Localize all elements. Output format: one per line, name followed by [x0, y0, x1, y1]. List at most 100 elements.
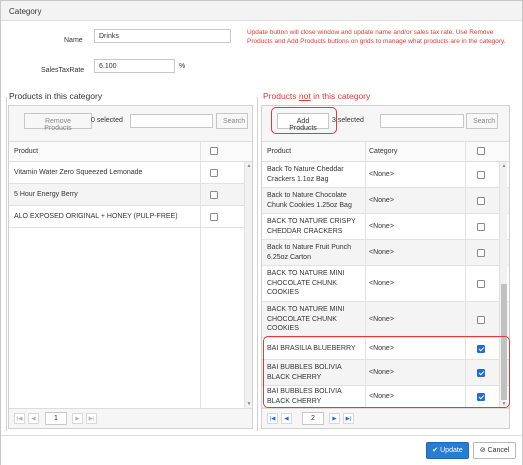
name-label: Name [64, 37, 83, 44]
table-row[interactable]: Back to Nature Fruit Punch 6.25oz Carton… [262, 240, 509, 266]
col-divider [365, 162, 366, 187]
row-checkbox[interactable] [210, 169, 218, 177]
col-divider [365, 266, 366, 301]
row-checkbox[interactable] [477, 369, 485, 377]
right-select-all-checkbox[interactable] [477, 147, 485, 155]
category-cell: <None> [369, 249, 394, 256]
scroll-up-icon[interactable]: ▲ [245, 162, 253, 170]
product-cell: BAI BRASILIA BLUEBERRY [267, 345, 356, 352]
right-section-title: Products not in this category [263, 91, 371, 101]
left-col-divider [200, 142, 201, 161]
table-row[interactable]: Back To Nature Cheddar Crackers 1.1oz Ba… [262, 162, 509, 188]
right-col-product[interactable]: Product [267, 148, 291, 155]
last-page-icon[interactable]: ▶| [86, 413, 97, 424]
right-search-input[interactable] [380, 114, 464, 128]
left-scrollbar[interactable]: ▲ ▼ [244, 162, 252, 408]
left-pager: |◀ ◀ 1 ▶ ▶| [9, 408, 252, 428]
first-page-icon[interactable]: |◀ [267, 413, 278, 424]
prev-page-icon[interactable]: ◀ [281, 413, 292, 424]
table-row[interactable]: Back to Nature Chocolate Chunk Cookies 1… [262, 188, 509, 214]
col-divider [365, 302, 366, 337]
tax-rate-input[interactable]: 6.100 [94, 59, 175, 73]
right-search-button[interactable]: Search [466, 113, 498, 129]
products-not-in-category-grid: Add Products 3 selected Search Product C… [261, 105, 510, 429]
left-col-product[interactable]: Product [14, 148, 38, 155]
last-page-icon[interactable]: ▶| [343, 413, 354, 424]
left-search-input[interactable] [130, 114, 213, 128]
right-scrollbar[interactable]: ▲ ▼ [499, 162, 507, 408]
col-divider [465, 360, 466, 385]
next-page-icon[interactable]: ▶ [72, 413, 83, 424]
col-divider [365, 142, 366, 161]
cancel-icon: ⊘ [479, 447, 486, 454]
row-checkbox[interactable] [477, 223, 485, 231]
name-input[interactable]: Drinks [94, 29, 231, 43]
col-divider [465, 214, 466, 239]
next-page-icon[interactable]: ▶ [329, 413, 340, 424]
col-divider [200, 162, 201, 183]
col-divider [365, 240, 366, 265]
left-toolbar: Remove Products 0 selected Search [9, 106, 252, 142]
row-checkbox[interactable] [210, 191, 218, 199]
row-checkbox[interactable] [477, 280, 485, 288]
scroll-thumb[interactable] [501, 284, 507, 400]
row-checkbox[interactable] [477, 393, 485, 401]
product-cell: Vitamin Water Zero Squeezed Lemonade [14, 169, 143, 176]
row-checkbox[interactable] [477, 249, 485, 257]
cancel-button[interactable]: ⊘ Cancel [473, 442, 516, 459]
col-divider [365, 214, 366, 239]
table-row[interactable]: BAI BRASILIA BLUEBERRY <None> [262, 338, 509, 360]
update-button[interactable]: ✔ Update [426, 442, 469, 459]
instructions-note: Update button will close window and upda… [247, 29, 506, 45]
remove-products-button[interactable]: Remove Products [24, 113, 92, 132]
col-divider [365, 338, 366, 359]
scroll-down-icon[interactable]: ▼ [500, 400, 508, 408]
row-checkbox[interactable] [477, 316, 485, 324]
first-page-icon[interactable]: |◀ [14, 413, 25, 424]
table-row[interactable]: 5 Hour Energy Berry [9, 184, 252, 206]
table-row[interactable]: Vitamin Water Zero Squeezed Lemonade [9, 162, 252, 184]
product-cell: BAI BUBBLES BOLIVIA BLACK CHERRY [267, 364, 342, 381]
category-cell: <None> [369, 280, 394, 287]
col-divider [465, 188, 466, 213]
window-title: Category [1, 1, 522, 21]
col-divider [465, 266, 466, 301]
table-row[interactable]: BACK TO NATURE MINI CHOCOLATE CHUNK COOK… [262, 266, 509, 302]
add-products-button[interactable]: Add Products [277, 113, 329, 132]
table-row[interactable]: BAI BUBBLES BOLIVIA BLACK CHERRY <None> [262, 360, 509, 386]
left-grid-header: Product [9, 142, 252, 162]
update-label: Update [440, 447, 463, 454]
category-cell: <None> [369, 369, 394, 376]
col-divider [465, 142, 466, 161]
row-checkbox[interactable] [210, 213, 218, 221]
right-pager: |◀ ◀ 2 ▶ ▶| [262, 408, 509, 428]
cancel-label: Cancel [487, 447, 510, 454]
row-checkbox[interactable] [477, 345, 485, 353]
table-row[interactable]: ALO EXPOSED ORIGINAL + HONEY (PULP-FREE) [9, 206, 252, 228]
col-divider [465, 338, 466, 359]
right-page-input[interactable]: 2 [302, 412, 324, 425]
left-search-button[interactable]: Search [216, 113, 248, 129]
left-page-input[interactable]: 1 [45, 412, 67, 425]
category-window: Category Name Drinks SalesTaxRate 6.100 … [0, 0, 523, 465]
row-checkbox[interactable] [477, 171, 485, 179]
scroll-up-icon[interactable]: ▲ [500, 162, 508, 170]
tax-rate-label: SalesTaxRate [41, 67, 85, 74]
scroll-down-icon[interactable]: ▼ [245, 400, 253, 408]
row-checkbox[interactable] [477, 197, 485, 205]
prev-page-icon[interactable]: ◀ [28, 413, 39, 424]
left-select-all-checkbox[interactable] [210, 147, 218, 155]
table-row[interactable]: BACK TO NATURE MINI CHOCOLATE CHUNK COOK… [262, 302, 509, 338]
check-icon: ✔ [432, 447, 439, 454]
left-selected-count: 0 selected [91, 117, 123, 124]
col-divider [365, 188, 366, 213]
right-col-category[interactable]: Category [369, 148, 397, 155]
table-row[interactable]: BAI BUBBLES BOLIVIA BLACK CHERRY <None> [262, 386, 509, 408]
right-selected-count: 3 selected [332, 117, 364, 124]
col-divider [200, 206, 201, 227]
product-cell: Back to Nature Fruit Punch 6.25oz Carton [267, 244, 352, 261]
left-section-title: Products in this category [9, 91, 103, 101]
col-divider [465, 302, 466, 337]
category-cell: <None> [369, 345, 394, 352]
table-row[interactable]: BACK TO NATURE CRISPY CHEDDAR CRACKERS <… [262, 214, 509, 240]
